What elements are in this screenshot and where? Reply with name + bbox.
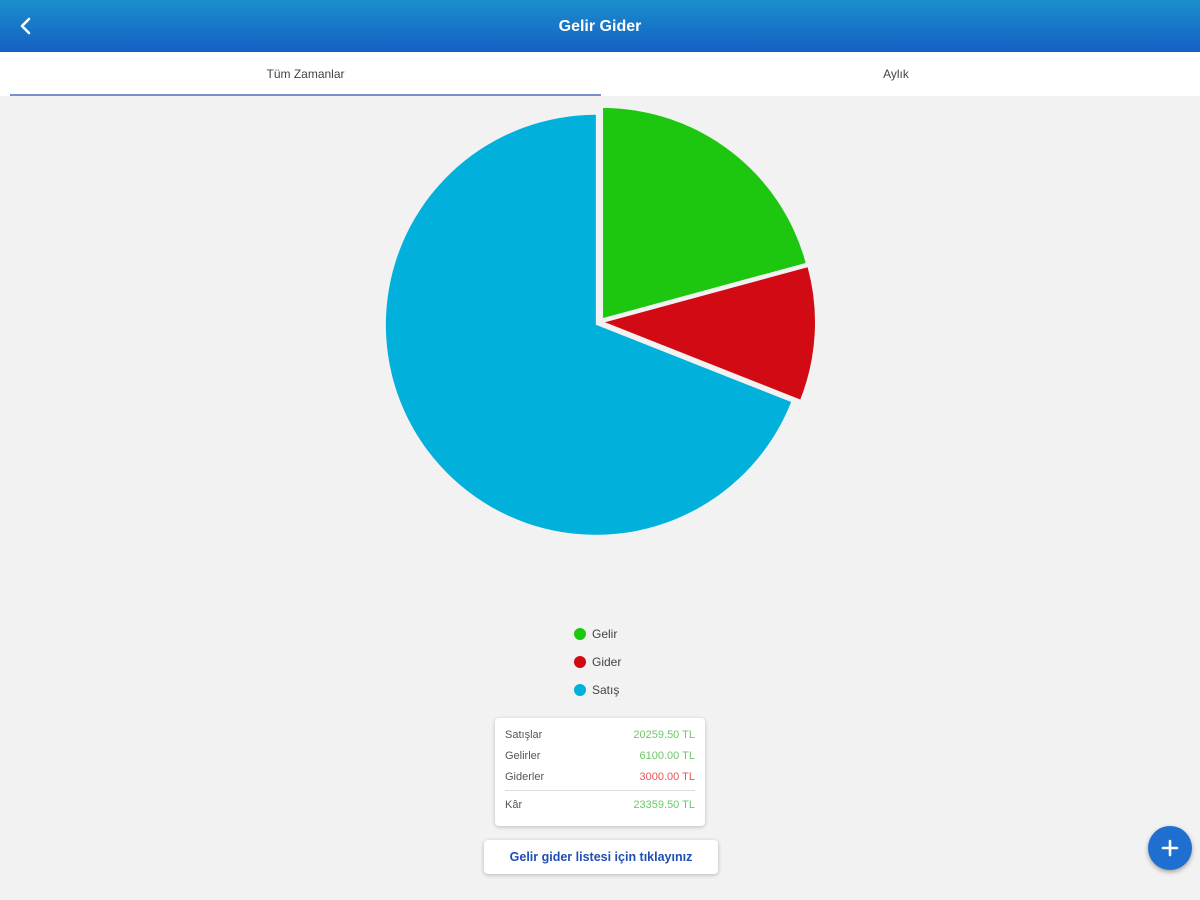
summary-label-expenses: Giderler	[505, 771, 545, 783]
summary-label-sales: Satışlar	[505, 729, 543, 741]
app-bar: Gelir Gider	[0, 0, 1200, 52]
legend-dot-satis	[574, 684, 586, 696]
summary-label-income: Gelirler	[505, 750, 541, 762]
legend-dot-gider	[574, 656, 586, 668]
summary-value-sales: 20259.50 TL	[633, 729, 695, 741]
legend-item-gider: Gider	[574, 648, 694, 676]
summary-divider	[505, 790, 695, 791]
page-title: Gelir Gider	[558, 18, 642, 35]
summary-card: Satışlar 20259.50 TL Gelirler 6100.00 TL…	[495, 718, 705, 826]
summary-value-income: 6100.00 TL	[639, 750, 695, 762]
summary-label-profit: Kâr	[505, 799, 523, 811]
summary-row-profit: Kâr 23359.50 TL	[505, 796, 695, 814]
app-root: Gelir Gider Tüm Zamanlar Aylık Gelir Gid…	[0, 0, 1200, 900]
tab-all-time[interactable]: Tüm Zamanlar	[10, 52, 601, 96]
legend-label-gider: Gider	[592, 655, 622, 669]
tab-bar: Tüm Zamanlar Aylık	[0, 52, 1200, 96]
summary-row-sales: Satışlar 20259.50 TL	[505, 726, 695, 744]
pie-chart-svg	[385, 108, 815, 535]
legend-label-gelir: Gelir	[592, 627, 618, 641]
pie-chart	[0, 96, 1200, 566]
summary-row-expenses: Giderler 3000.00 TL	[505, 768, 695, 786]
chart-legend: Gelir Gider Satış	[574, 620, 694, 704]
tab-monthly[interactable]: Aylık	[601, 52, 1191, 96]
legend-dot-gelir	[574, 628, 586, 640]
summary-row-income: Gelirler 6100.00 TL	[505, 747, 695, 765]
plus-icon	[1161, 839, 1179, 857]
legend-item-gelir: Gelir	[574, 620, 694, 648]
legend-label-satis: Satış	[592, 683, 620, 697]
summary-value-profit: 23359.50 TL	[633, 799, 695, 811]
legend-item-satis: Satış	[574, 676, 694, 704]
income-expense-list-button[interactable]: Gelir gider listesi için tıklayınız	[484, 840, 718, 874]
add-button[interactable]	[1148, 826, 1192, 870]
summary-value-expenses: 3000.00 TL	[639, 771, 695, 783]
